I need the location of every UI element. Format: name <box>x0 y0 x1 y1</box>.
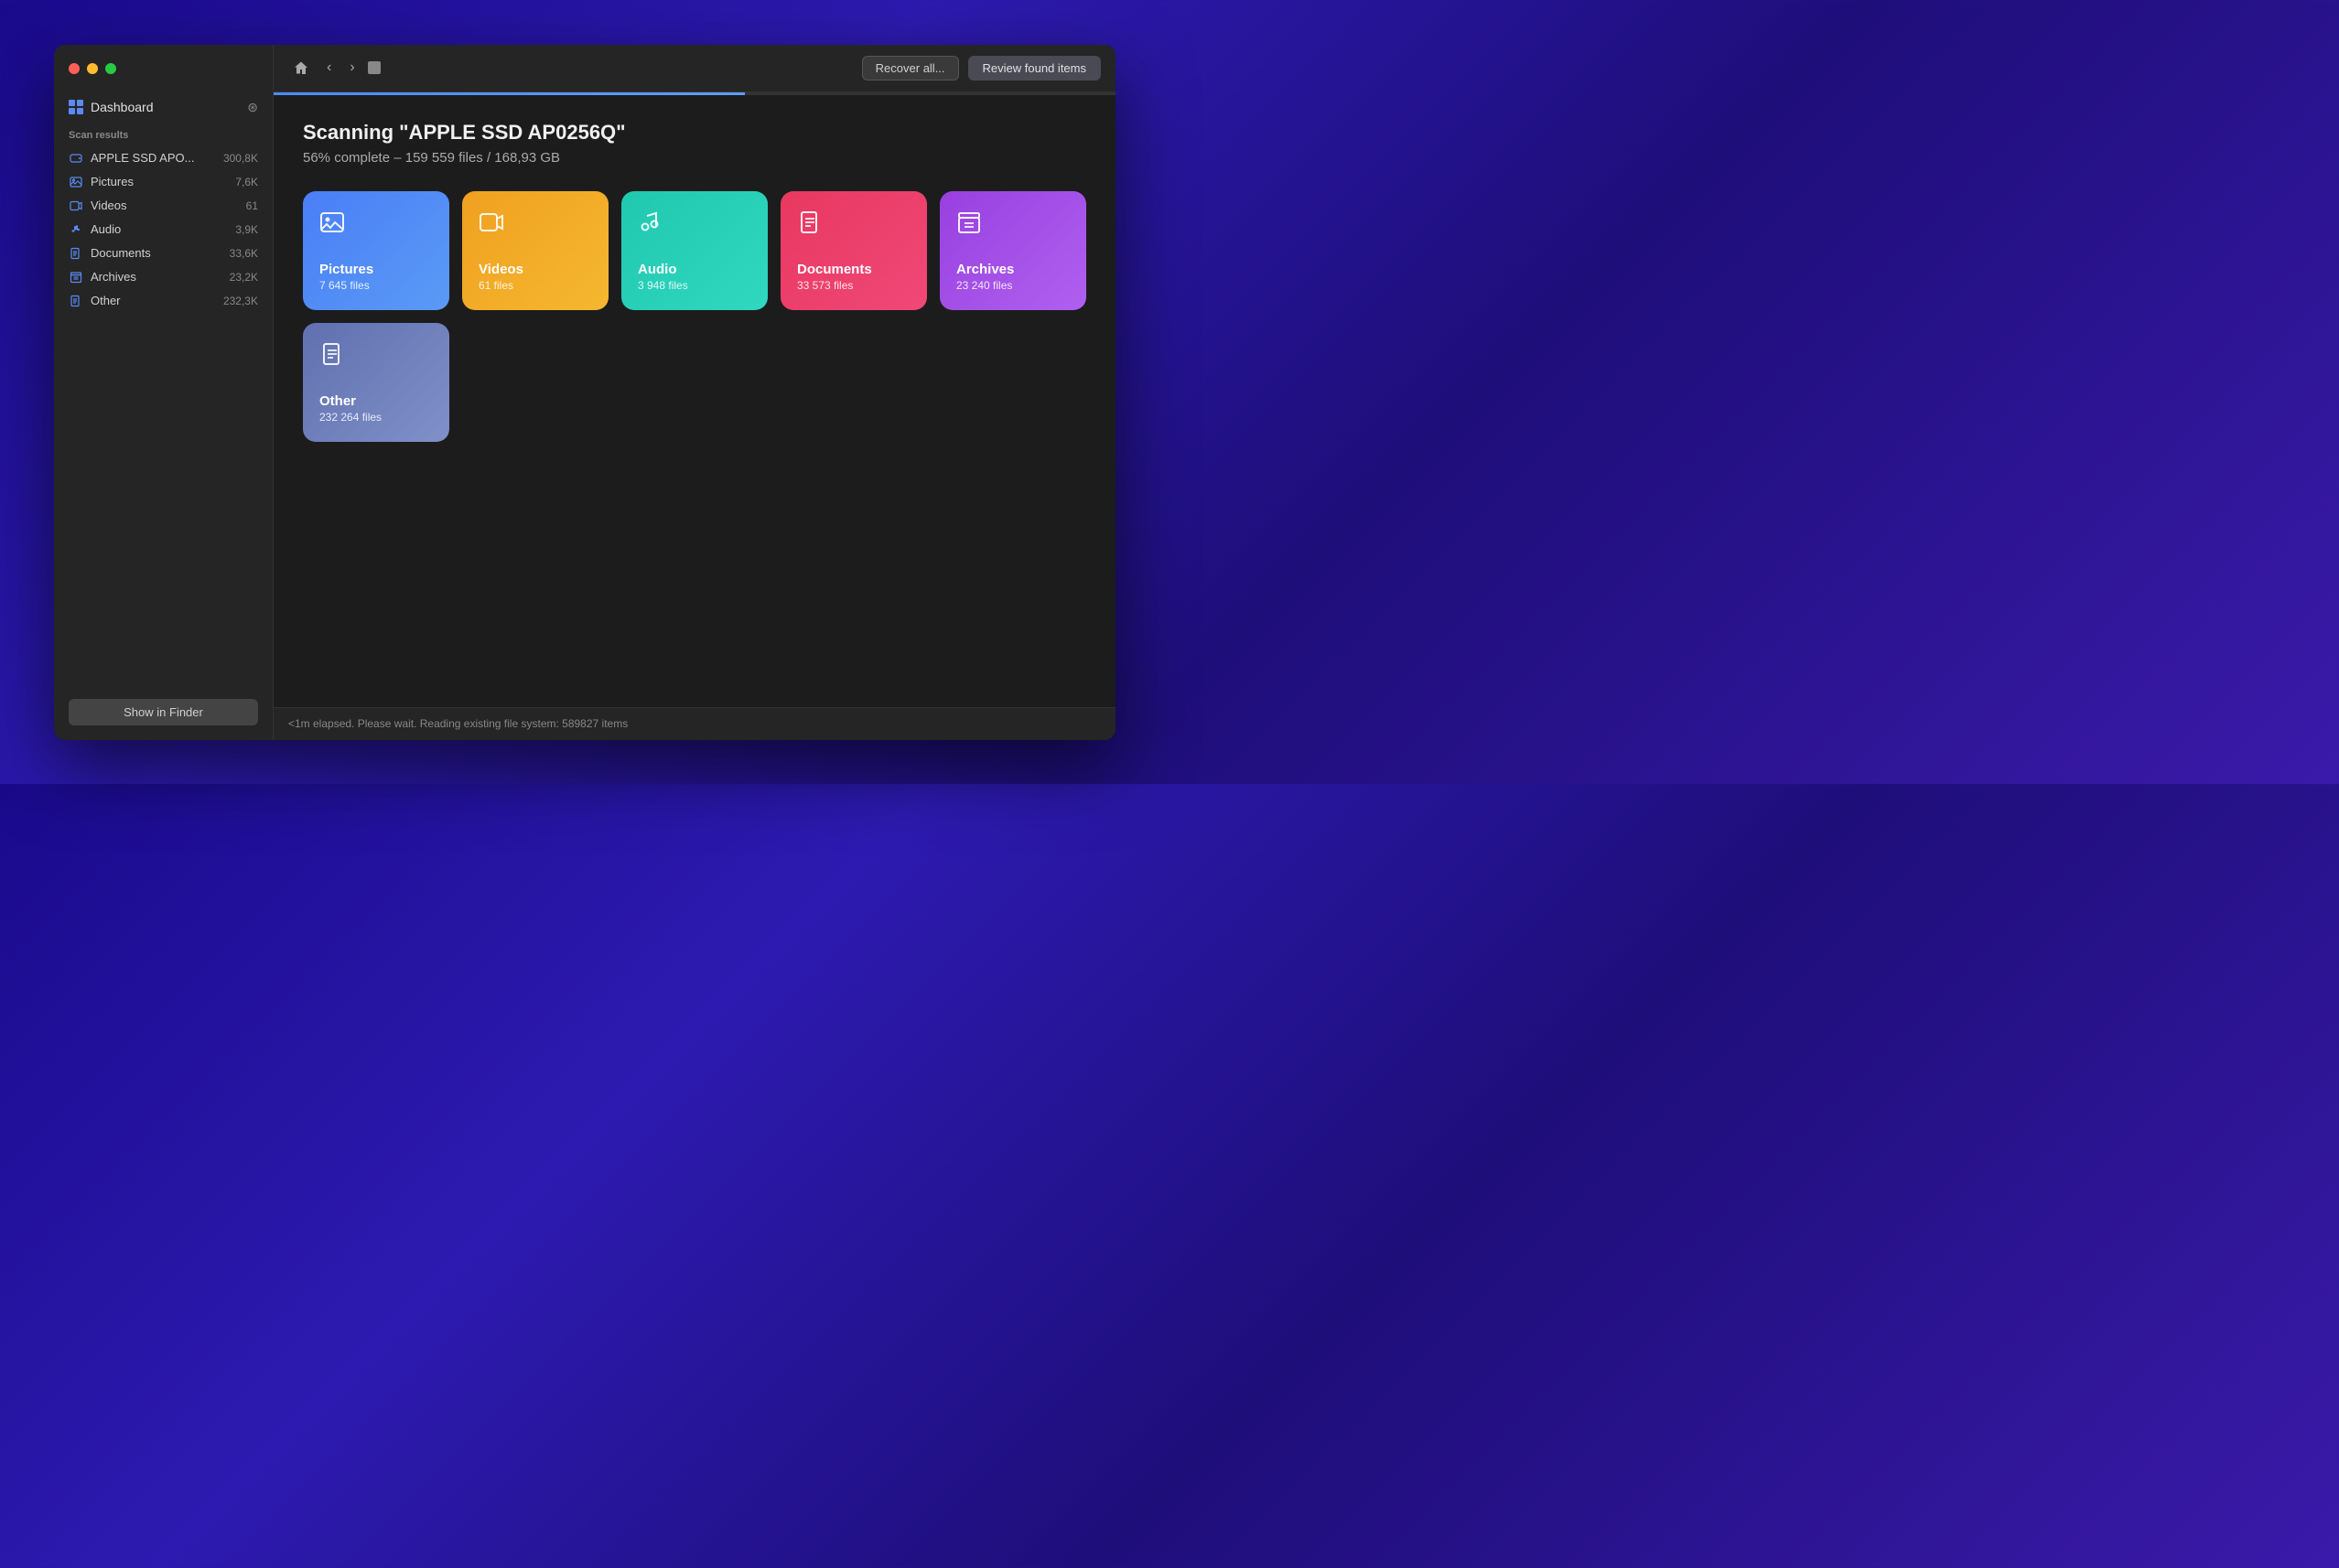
sidebar-item-count: 300,8K <box>223 152 258 165</box>
toolbar: ‹ › Recover all... Review found items <box>274 45 1116 92</box>
documents-icon <box>69 246 83 261</box>
audio-card-icon <box>638 209 751 242</box>
dashboard-label: Dashboard <box>91 100 154 114</box>
content-area: Scanning "APPLE SSD AP0256Q" 56% complet… <box>274 95 1116 707</box>
titlebar <box>54 45 273 92</box>
card-videos[interactable]: Videos 61 files <box>462 191 609 310</box>
sidebar-item-name: Pictures <box>91 175 134 188</box>
card-count: 33 573 files <box>797 279 911 292</box>
cards-grid-bottom: Other 232 264 files <box>303 323 1086 442</box>
card-name: Documents <box>797 262 911 277</box>
sidebar-item-name: Archives <box>91 270 136 284</box>
sidebar-item-count: 33,6K <box>230 247 258 260</box>
forward-button[interactable]: › <box>344 56 360 80</box>
minimize-button[interactable] <box>87 63 98 74</box>
status-text: <1m elapsed. Please wait. Reading existi… <box>288 717 628 730</box>
sidebar-item-audio[interactable]: Audio 3,9K <box>54 218 273 242</box>
status-bar: <1m elapsed. Please wait. Reading existi… <box>274 707 1116 740</box>
scan-title: Scanning "APPLE SSD AP0256Q" <box>303 121 1086 145</box>
sidebar-item-other[interactable]: Other 232,3K <box>54 289 273 313</box>
back-button[interactable]: ‹ <box>321 56 337 80</box>
card-name: Archives <box>956 262 1070 277</box>
drive-icon <box>69 151 83 166</box>
audio-icon <box>69 222 83 237</box>
sidebar-item-count: 232,3K <box>223 295 258 307</box>
other-card-icon <box>319 341 433 373</box>
sidebar-item-documents[interactable]: Documents 33,6K <box>54 242 273 265</box>
maximize-button[interactable] <box>105 63 116 74</box>
sidebar-item-count: 7,6K <box>235 176 258 188</box>
sidebar-item-name: Documents <box>91 246 151 260</box>
sidebar-item-name: APPLE SSD APO... <box>91 151 194 165</box>
show-in-finder-button[interactable]: Show in Finder <box>69 699 258 725</box>
card-count: 232 264 files <box>319 411 433 424</box>
card-name: Other <box>319 393 433 409</box>
card-documents[interactable]: Documents 33 573 files <box>781 191 927 310</box>
close-button[interactable] <box>69 63 80 74</box>
dashboard-icon <box>69 100 83 114</box>
sidebar-item-name: Other <box>91 294 121 307</box>
sidebar-item-count: 3,9K <box>235 223 258 236</box>
other-icon <box>69 294 83 308</box>
recover-all-button[interactable]: Recover all... <box>862 56 959 81</box>
spinner-icon: ⊛ <box>247 100 258 115</box>
card-archives[interactable]: Archives 23 240 files <box>940 191 1086 310</box>
toolbar-right: Recover all... Review found items <box>862 56 1101 81</box>
card-pictures[interactable]: Pictures 7 645 files <box>303 191 449 310</box>
sidebar-item-archives[interactable]: Archives 23,2K <box>54 265 273 289</box>
card-name: Videos <box>479 262 592 277</box>
app-window: Dashboard ⊛ Scan results APPLE SSD APO..… <box>54 45 1116 740</box>
archives-card-icon <box>956 209 1070 242</box>
main-content: ‹ › Recover all... Review found items Sc… <box>274 45 1116 740</box>
archives-icon <box>69 270 83 285</box>
card-audio[interactable]: Audio 3 948 files <box>621 191 768 310</box>
sidebar-item-name: Videos <box>91 199 127 212</box>
documents-card-icon <box>797 209 911 242</box>
sidebar: Dashboard ⊛ Scan results APPLE SSD APO..… <box>54 45 274 740</box>
sidebar-item-apple-ssd[interactable]: APPLE SSD APO... 300,8K <box>54 146 273 170</box>
sidebar-item-name: Audio <box>91 222 121 236</box>
stop-button[interactable] <box>368 61 381 74</box>
sidebar-item-videos[interactable]: Videos 61 <box>54 194 273 218</box>
home-button[interactable] <box>288 57 314 79</box>
sidebar-item-count: 61 <box>246 199 258 212</box>
card-count: 23 240 files <box>956 279 1070 292</box>
review-found-items-button[interactable]: Review found items <box>968 56 1101 81</box>
scan-subtitle: 56% complete – 159 559 files / 168,93 GB <box>303 150 1086 166</box>
card-name: Audio <box>638 262 751 277</box>
card-count: 3 948 files <box>638 279 751 292</box>
sidebar-item-count: 23,2K <box>230 271 258 284</box>
toolbar-left: ‹ › <box>288 56 381 80</box>
card-other[interactable]: Other 232 264 files <box>303 323 449 442</box>
dashboard-row[interactable]: Dashboard ⊛ <box>54 92 273 123</box>
sidebar-bottom: Show in Finder <box>54 684 273 740</box>
pictures-card-icon <box>319 209 433 242</box>
card-name: Pictures <box>319 262 433 277</box>
videos-icon <box>69 199 83 213</box>
cards-grid-top: Pictures 7 645 files Videos 61 files <box>303 191 1086 310</box>
sidebar-item-pictures[interactable]: Pictures 7,6K <box>54 170 273 194</box>
card-count: 61 files <box>479 279 592 292</box>
scan-results-label: Scan results <box>54 130 273 141</box>
videos-card-icon <box>479 209 592 242</box>
card-count: 7 645 files <box>319 279 433 292</box>
pictures-icon <box>69 175 83 189</box>
